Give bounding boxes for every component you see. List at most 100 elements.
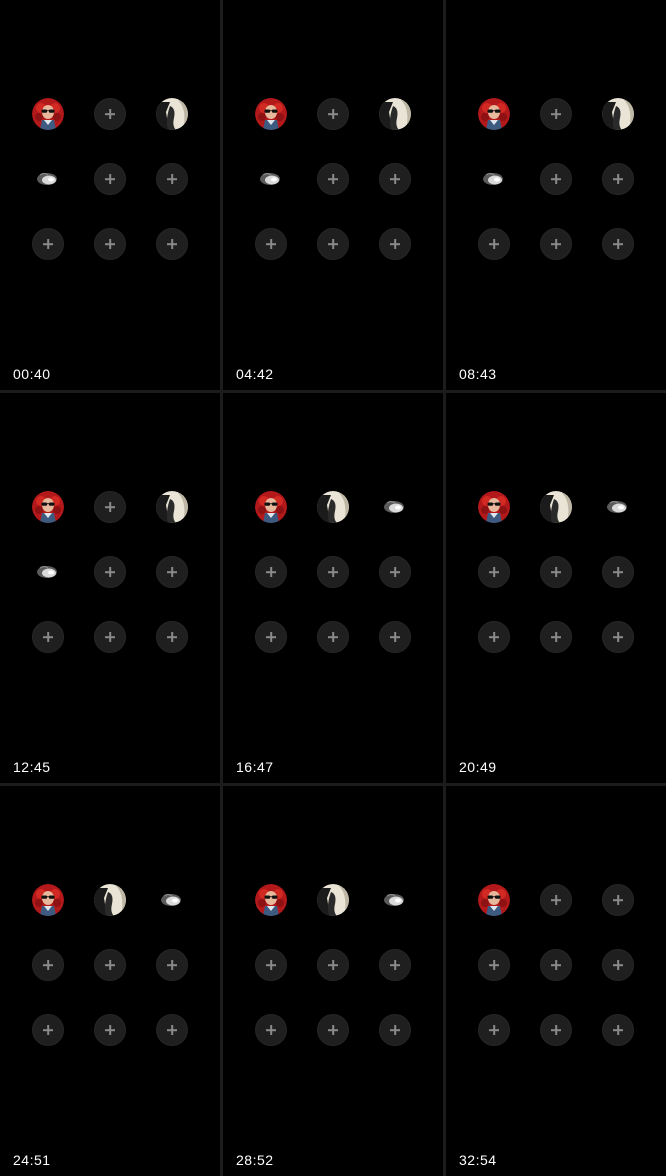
add-slot-plus-icon[interactable] bbox=[602, 163, 634, 195]
add-slot-plus-icon[interactable] bbox=[602, 621, 634, 653]
add-slot-plus-icon[interactable] bbox=[32, 228, 64, 260]
frame-panel: 28:52 bbox=[223, 786, 443, 1176]
avatar-white-creature[interactable] bbox=[379, 491, 411, 523]
avatar-white-creature[interactable] bbox=[478, 163, 510, 195]
add-slot-plus-icon[interactable] bbox=[379, 621, 411, 653]
add-slot-plus-icon[interactable] bbox=[156, 621, 188, 653]
avatar-red-sunglasses[interactable] bbox=[32, 884, 64, 916]
avatar-red-sunglasses[interactable] bbox=[255, 98, 287, 130]
frame-timestamp: 12:45 bbox=[13, 759, 51, 775]
add-slot-plus-icon[interactable] bbox=[602, 1014, 634, 1046]
add-slot-plus-icon[interactable] bbox=[156, 163, 188, 195]
add-slot-plus-icon[interactable] bbox=[540, 228, 572, 260]
frame-panel: 08:43 bbox=[446, 0, 666, 390]
add-slot-plus-icon[interactable] bbox=[602, 884, 634, 916]
avatar-white-creature-image bbox=[255, 163, 287, 195]
add-slot-plus-icon[interactable] bbox=[156, 556, 188, 588]
add-slot-plus-icon[interactable] bbox=[94, 163, 126, 195]
add-slot-plus-icon[interactable] bbox=[540, 98, 572, 130]
avatar-red-sunglasses[interactable] bbox=[255, 491, 287, 523]
avatar-dark-hair-image bbox=[156, 98, 188, 130]
frame-panel: 24:51 bbox=[0, 786, 220, 1176]
avatar-white-creature[interactable] bbox=[32, 556, 64, 588]
avatar-white-creature[interactable] bbox=[602, 491, 634, 523]
frame-timestamp: 32:54 bbox=[459, 1152, 497, 1168]
add-slot-plus-icon[interactable] bbox=[379, 163, 411, 195]
add-slot-plus-icon[interactable] bbox=[540, 556, 572, 588]
add-slot-plus-icon[interactable] bbox=[379, 556, 411, 588]
add-slot-plus-icon[interactable] bbox=[540, 621, 572, 653]
avatar-red-sunglasses[interactable] bbox=[255, 884, 287, 916]
frame-timestamp: 28:52 bbox=[236, 1152, 274, 1168]
add-slot-plus-icon[interactable] bbox=[540, 949, 572, 981]
add-slot-plus-icon[interactable] bbox=[255, 228, 287, 260]
add-slot-plus-icon[interactable] bbox=[94, 621, 126, 653]
frame-panel: 16:47 bbox=[223, 393, 443, 783]
add-slot-plus-icon[interactable] bbox=[317, 1014, 349, 1046]
avatar-dark-hair[interactable] bbox=[602, 98, 634, 130]
add-slot-plus-icon[interactable] bbox=[540, 1014, 572, 1046]
avatar-red-sunglasses[interactable] bbox=[478, 884, 510, 916]
add-slot-plus-icon[interactable] bbox=[478, 621, 510, 653]
add-slot-plus-icon[interactable] bbox=[379, 1014, 411, 1046]
add-slot-plus-icon[interactable] bbox=[255, 556, 287, 588]
avatar-dark-hair-image bbox=[317, 884, 349, 916]
add-slot-plus-icon[interactable] bbox=[317, 228, 349, 260]
add-slot-plus-icon[interactable] bbox=[255, 621, 287, 653]
add-slot-plus-icon[interactable] bbox=[255, 1014, 287, 1046]
add-slot-plus-icon[interactable] bbox=[478, 228, 510, 260]
add-slot-plus-icon[interactable] bbox=[94, 98, 126, 130]
avatar-dark-hair[interactable] bbox=[156, 98, 188, 130]
frame-timestamp: 16:47 bbox=[236, 759, 274, 775]
avatar-dark-hair-image bbox=[379, 98, 411, 130]
avatar-dark-hair[interactable] bbox=[94, 884, 126, 916]
add-slot-plus-icon[interactable] bbox=[478, 1014, 510, 1046]
add-slot-plus-icon[interactable] bbox=[540, 163, 572, 195]
add-slot-plus-icon[interactable] bbox=[156, 1014, 188, 1046]
avatar-dark-hair-image bbox=[602, 98, 634, 130]
add-slot-plus-icon[interactable] bbox=[602, 556, 634, 588]
add-slot-plus-icon[interactable] bbox=[156, 949, 188, 981]
add-slot-plus-icon[interactable] bbox=[478, 556, 510, 588]
add-slot-plus-icon[interactable] bbox=[317, 556, 349, 588]
avatar-dark-hair-image bbox=[317, 491, 349, 523]
add-slot-plus-icon[interactable] bbox=[156, 228, 188, 260]
add-slot-plus-icon[interactable] bbox=[94, 491, 126, 523]
add-slot-plus-icon[interactable] bbox=[379, 949, 411, 981]
avatar-red-sunglasses[interactable] bbox=[32, 98, 64, 130]
avatar-dark-hair[interactable] bbox=[156, 491, 188, 523]
add-slot-plus-icon[interactable] bbox=[32, 949, 64, 981]
frame-timestamp: 00:40 bbox=[13, 366, 51, 382]
avatar-white-creature[interactable] bbox=[379, 884, 411, 916]
add-slot-plus-icon[interactable] bbox=[32, 621, 64, 653]
avatar-dark-hair[interactable] bbox=[317, 884, 349, 916]
avatar-white-creature-image bbox=[478, 163, 510, 195]
add-slot-plus-icon[interactable] bbox=[94, 556, 126, 588]
add-slot-plus-icon[interactable] bbox=[255, 949, 287, 981]
add-slot-plus-icon[interactable] bbox=[317, 949, 349, 981]
avatar-dark-hair[interactable] bbox=[317, 491, 349, 523]
avatar-dark-hair[interactable] bbox=[540, 491, 572, 523]
add-slot-plus-icon[interactable] bbox=[317, 621, 349, 653]
add-slot-plus-icon[interactable] bbox=[94, 949, 126, 981]
add-slot-plus-icon[interactable] bbox=[379, 228, 411, 260]
avatar-red-sunglasses[interactable] bbox=[478, 98, 510, 130]
avatar-red-sunglasses[interactable] bbox=[478, 491, 510, 523]
avatar-white-creature[interactable] bbox=[255, 163, 287, 195]
frame-timestamp: 20:49 bbox=[459, 759, 497, 775]
avatar-red-sunglasses-image bbox=[478, 884, 510, 916]
add-slot-plus-icon[interactable] bbox=[540, 884, 572, 916]
add-slot-plus-icon[interactable] bbox=[94, 1014, 126, 1046]
avatar-red-sunglasses[interactable] bbox=[32, 491, 64, 523]
add-slot-plus-icon[interactable] bbox=[317, 163, 349, 195]
avatar-white-creature[interactable] bbox=[156, 884, 188, 916]
avatar-dark-hair[interactable] bbox=[379, 98, 411, 130]
add-slot-plus-icon[interactable] bbox=[317, 98, 349, 130]
add-slot-plus-icon[interactable] bbox=[602, 949, 634, 981]
add-slot-plus-icon[interactable] bbox=[94, 228, 126, 260]
add-slot-plus-icon[interactable] bbox=[32, 1014, 64, 1046]
add-slot-plus-icon[interactable] bbox=[478, 949, 510, 981]
avatar-red-sunglasses-image bbox=[255, 491, 287, 523]
add-slot-plus-icon[interactable] bbox=[602, 228, 634, 260]
avatar-white-creature[interactable] bbox=[32, 163, 64, 195]
